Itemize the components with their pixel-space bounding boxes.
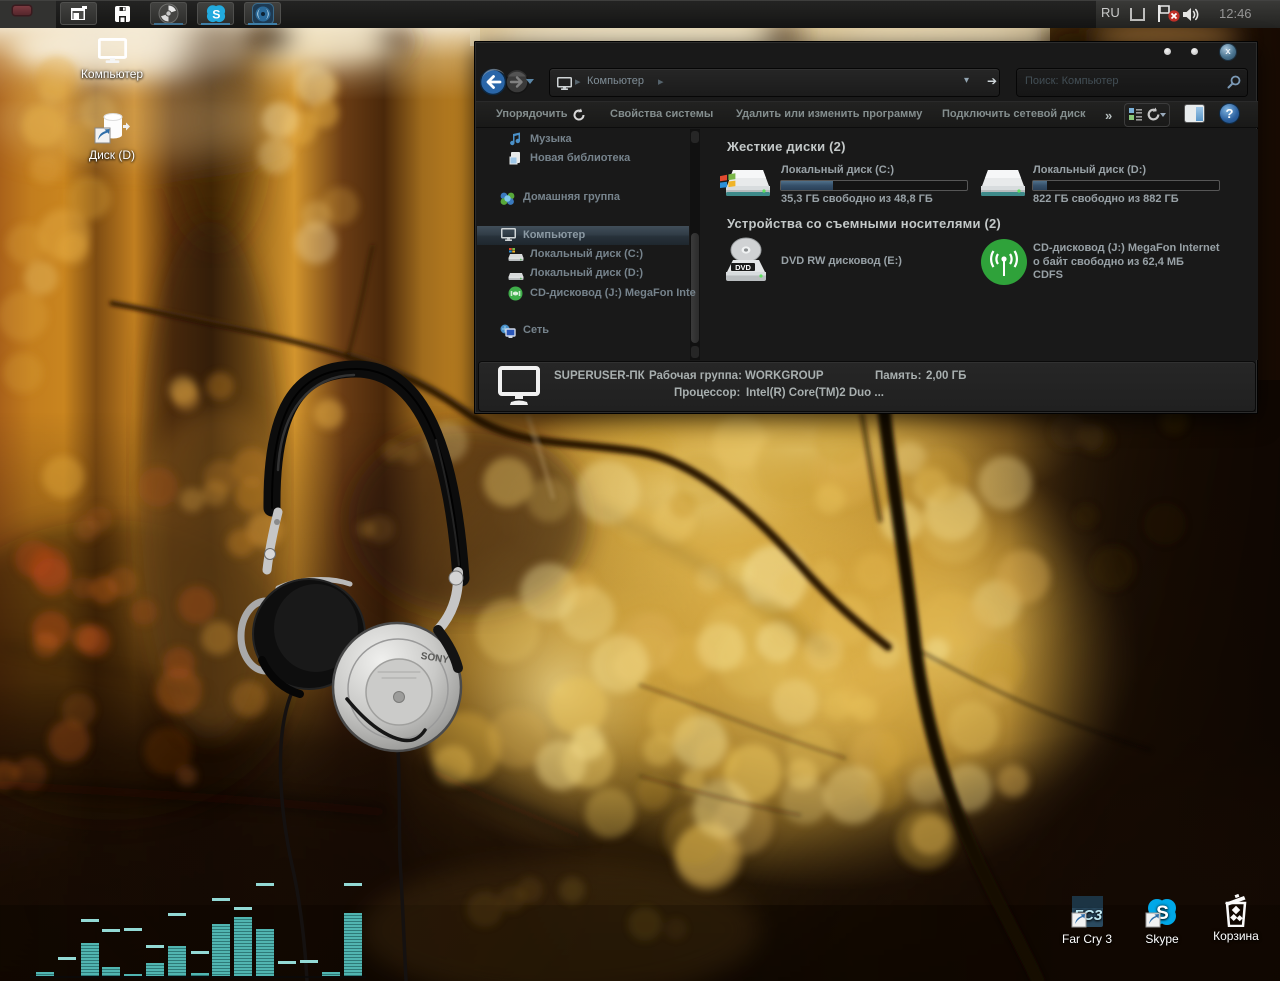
svg-text:DVD: DVD xyxy=(735,263,751,272)
svg-text:S: S xyxy=(212,8,220,22)
